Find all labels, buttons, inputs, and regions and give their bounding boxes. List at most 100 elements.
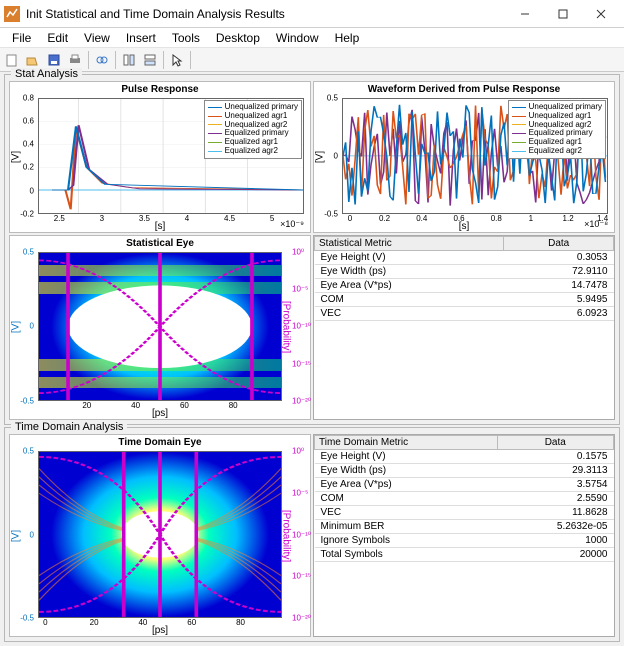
new-button[interactable] — [2, 50, 22, 70]
minimize-button[interactable] — [506, 1, 544, 27]
legend-swatch — [208, 142, 222, 143]
print-icon — [68, 53, 82, 67]
open-icon — [26, 53, 40, 67]
table-row[interactable]: Eye Area (V*ps)14.7478 — [315, 278, 614, 292]
plot-title: Pulse Response — [10, 84, 310, 95]
menu-insert[interactable]: Insert — [118, 29, 164, 47]
statistical-eye-plot[interactable]: Statistical Eye [V] [Probability] -0.5 0… — [9, 235, 311, 420]
legend-label: Equalized agr2 — [225, 147, 278, 156]
x-axis-exponent: ×10⁻⁹ — [280, 219, 304, 230]
maximize-button[interactable] — [544, 1, 582, 27]
x-axis-label: [ps] — [10, 408, 310, 419]
table-row[interactable]: VEC6.0923 — [315, 306, 614, 320]
metric-name: Eye Width (ps) — [315, 464, 498, 478]
table-header[interactable]: Statistical Metric — [315, 236, 504, 250]
metric-value: 5.2632e-05 — [497, 520, 614, 534]
tile-h-icon — [143, 53, 157, 67]
x-axis-label: [ps] — [10, 625, 310, 636]
metric-value: 5.9495 — [504, 292, 614, 306]
metric-value: 1000 — [497, 534, 614, 548]
table-row[interactable]: Eye Area (V*ps)3.5754 — [315, 478, 614, 492]
pulse-response-plot[interactable]: Pulse Response [V] -0.2 0 0.2 0.4 0.6 0.… — [9, 81, 311, 233]
metric-name: Eye Width (ps) — [315, 264, 504, 278]
legend[interactable]: Unequalized primaryUnequalized agr1Unequ… — [204, 100, 302, 159]
table-header[interactable]: Time Domain Metric — [315, 436, 498, 450]
plot-title: Statistical Eye — [10, 238, 310, 249]
waveform-plot[interactable]: Waveform Derived from Pulse Response [V]… — [313, 81, 615, 233]
open-button[interactable] — [23, 50, 43, 70]
time-domain-eye-plot[interactable]: Time Domain Eye [V] [Probability] -0.5 0… — [9, 434, 311, 637]
metric-value: 72.9110 — [504, 264, 614, 278]
table-row[interactable]: Eye Width (ps)72.9110 — [315, 264, 614, 278]
metric-name: VEC — [315, 306, 504, 320]
toolbar-sep — [190, 51, 191, 69]
minimize-icon — [520, 9, 530, 19]
menu-file[interactable]: File — [4, 29, 39, 47]
table-row[interactable]: COM2.5590 — [315, 492, 614, 506]
y-ticks-right: 10⁰ 10⁻⁵ 10⁻¹⁰ 10⁻¹⁵ 10⁻²⁰ — [290, 252, 316, 401]
metric-name: Total Symbols — [315, 548, 498, 562]
maximize-icon — [558, 9, 568, 19]
close-button[interactable] — [582, 1, 620, 27]
content-area: Stat Analysis Pulse Response [V] -0.2 0 … — [0, 72, 624, 646]
legend-swatch — [512, 116, 526, 117]
stat-analysis-group: Stat Analysis Pulse Response [V] -0.2 0 … — [4, 74, 620, 425]
metric-name: COM — [315, 492, 498, 506]
plot-title: Time Domain Eye — [10, 437, 310, 448]
legend[interactable]: Unequalized primaryUnequalized agr1Unequ… — [508, 100, 606, 159]
table-row[interactable]: COM5.9495 — [315, 292, 614, 306]
table-row[interactable]: Eye Width (ps)29.3113 — [315, 464, 614, 478]
menu-window[interactable]: Window — [268, 29, 327, 47]
menu-help[interactable]: Help — [327, 29, 368, 47]
table-header[interactable]: Data — [504, 236, 614, 250]
table-row[interactable]: Eye Height (V)0.1575 — [315, 450, 614, 464]
metric-value: 14.7478 — [504, 278, 614, 292]
menu-desktop[interactable]: Desktop — [208, 29, 268, 47]
legend-item[interactable]: Equalized agr2 — [512, 147, 602, 156]
link-icon — [95, 53, 109, 67]
plot-axes — [38, 252, 282, 401]
legend-swatch — [512, 124, 526, 125]
time-domain-analysis-group: Time Domain Analysis Time Domain Eye [V]… — [4, 427, 620, 642]
metric-value: 29.3113 — [497, 464, 614, 478]
table-row[interactable]: Eye Height (V)0.3053 — [315, 250, 614, 264]
table-row[interactable]: VEC11.8628 — [315, 506, 614, 520]
print-button[interactable] — [65, 50, 85, 70]
menu-bar: File Edit View Insert Tools Desktop Wind… — [0, 28, 624, 48]
table-header[interactable]: Data — [497, 436, 614, 450]
pointer-icon — [170, 53, 184, 67]
x-axis-exponent: ×10⁻⁸ — [584, 219, 608, 230]
metric-name: Eye Height (V) — [315, 250, 504, 264]
legend-swatch — [208, 151, 222, 152]
metric-name: Eye Area (V*ps) — [315, 478, 498, 492]
time-domain-metric-table[interactable]: Time Domain Metric Data Eye Height (V)0.… — [313, 434, 615, 637]
table-row[interactable]: Ignore Symbols1000 — [315, 534, 614, 548]
menu-view[interactable]: View — [76, 29, 118, 47]
metric-value: 11.8628 — [497, 506, 614, 520]
metric-value: 2.5590 — [497, 492, 614, 506]
statistical-metric-table[interactable]: Statistical Metric Data Eye Height (V)0.… — [313, 235, 615, 420]
pointer-button[interactable] — [167, 50, 187, 70]
legend-item[interactable]: Equalized agr2 — [208, 147, 298, 156]
metric-value: 6.0923 — [504, 306, 614, 320]
menu-tools[interactable]: Tools — [164, 29, 208, 47]
plot-title: Waveform Derived from Pulse Response — [314, 84, 614, 95]
tile-v-button[interactable] — [119, 50, 139, 70]
toolbar-sep — [115, 51, 116, 69]
save-button[interactable] — [44, 50, 64, 70]
y-ticks: -0.5 0 0.5 — [10, 451, 36, 618]
menu-edit[interactable]: Edit — [39, 29, 76, 47]
y-ticks-right: 10⁰ 10⁻⁵ 10⁻¹⁰ 10⁻¹⁵ 10⁻²⁰ — [290, 451, 316, 618]
tile-h-button[interactable] — [140, 50, 160, 70]
link-button[interactable] — [92, 50, 112, 70]
toolbar — [0, 48, 624, 72]
stat-group-label: Stat Analysis — [11, 68, 82, 80]
legend-swatch — [512, 133, 526, 134]
x-axis-label: [s] — [10, 221, 310, 232]
metric-name: Eye Area (V*ps) — [315, 278, 504, 292]
y-ticks: -0.2 0 0.2 0.4 0.6 0.8 — [10, 98, 36, 214]
table-row[interactable]: Minimum BER5.2632e-05 — [315, 520, 614, 534]
save-icon — [47, 53, 61, 67]
table-row[interactable]: Total Symbols20000 — [315, 548, 614, 562]
metric-name: Minimum BER — [315, 520, 498, 534]
